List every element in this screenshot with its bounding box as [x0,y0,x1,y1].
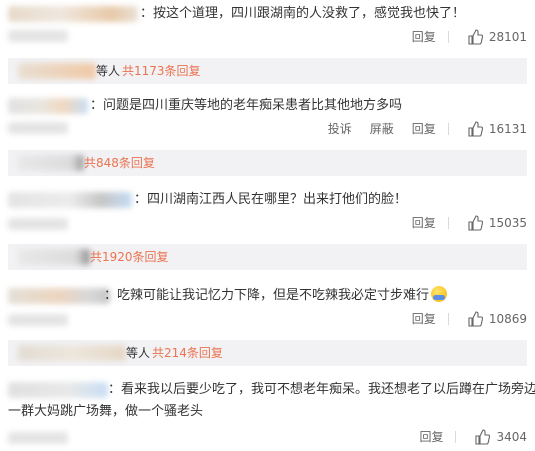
comment-text-line2: 一群大妈跳广场舞，做一个骚老头 [8,404,204,419]
replies-bar-4[interactable]: 等人 共214条回复 [8,340,527,366]
blurred-username [8,382,108,398]
comment-actions: 回复 28101 [394,28,527,45]
comment-text-content: ：吃辣可能让我记忆力下降，但是不吃辣我必定寸步难行 [104,288,430,303]
blurred-username [8,98,88,114]
replies-count-link[interactable]: 共214条回复 [152,340,223,366]
thumbs-up-icon [468,120,483,137]
divider [447,30,449,43]
like-count: 15035 [488,215,527,230]
report-button[interactable]: 投诉 [328,120,352,137]
comment-actions: 回复 10869 [394,310,527,327]
block-button[interactable]: 屏蔽 [370,120,394,137]
replies-prefix: 等人 [96,64,121,78]
comment-text: ：四川湖南江西人民在哪里？出来打他们的脸！ [134,192,408,207]
like-count: 28101 [488,29,527,44]
replies-count-link[interactable]: 共1173条回复 [122,58,201,84]
reply-button[interactable]: 回复 [412,310,436,327]
like-count: 3404 [496,429,527,444]
like-count: 16131 [488,121,527,136]
replies-count-link[interactable]: 共848条回复 [84,150,155,176]
like-button[interactable]: 15035 [467,214,527,231]
comment-actions: 投诉 屏蔽 回复 16131 [310,120,527,137]
replies-bar-3[interactable]: 共1920条回复 [8,244,527,270]
blurred-avatar-strip [8,432,68,444]
thumbs-up-icon [475,428,491,445]
sweating-face-emoji [431,286,448,302]
replies-bar-1[interactable]: 等人 共1173条回复 [8,58,527,84]
blurred-username [8,192,132,208]
reply-button[interactable]: 回复 [412,214,436,231]
blurred-replier-names [18,249,90,265]
divider [447,312,449,325]
replies-count-link[interactable]: 共1920条回复 [90,244,169,270]
reply-button[interactable]: 回复 [412,120,436,137]
reply-button[interactable]: 回复 [412,28,436,45]
comment-actions: 回复 3404 [401,428,527,445]
blurred-avatar-strip [8,30,68,42]
divider [455,430,457,443]
replies-bar-2[interactable]: 共848条回复 [8,150,527,176]
divider [447,216,449,229]
divider [447,122,449,135]
blurred-username [8,6,138,22]
comment-text-line1: ：看来我以后要少吃了，我可不想老年痴呆。我还想老了以后蹲在广场旁边看 [108,382,535,397]
like-button[interactable]: 28101 [467,28,527,45]
thumbs-up-icon [468,28,483,45]
like-button[interactable]: 3404 [474,428,527,445]
blurred-replier-names [18,63,96,79]
blurred-avatar-strip [8,314,68,326]
comment-actions: 回复 15035 [394,214,527,231]
like-button[interactable]: 10869 [467,310,527,327]
like-count: 10869 [488,311,527,326]
blurred-avatar-strip [8,122,68,134]
thumbs-up-icon [468,310,483,327]
thumbs-up-icon [468,214,483,231]
replies-prefix: 等人 [126,346,151,360]
comment-text: ：问题是四川重庆等地的老年痴呆患者比其他地方多吗 [90,98,403,113]
blurred-username [8,288,110,304]
comment-text: ：吃辣可能让我记忆力下降，但是不吃辣我必定寸步难行 [104,286,448,306]
blurred-replier-names [18,345,126,361]
blurred-replier-names [18,155,84,171]
reply-button[interactable]: 回复 [419,428,443,445]
blurred-avatar-strip [8,218,68,230]
like-button[interactable]: 16131 [467,120,527,137]
comment-text: ：按这个道理，四川跟湖南的人没救了，感觉我也快了！ [140,6,466,21]
